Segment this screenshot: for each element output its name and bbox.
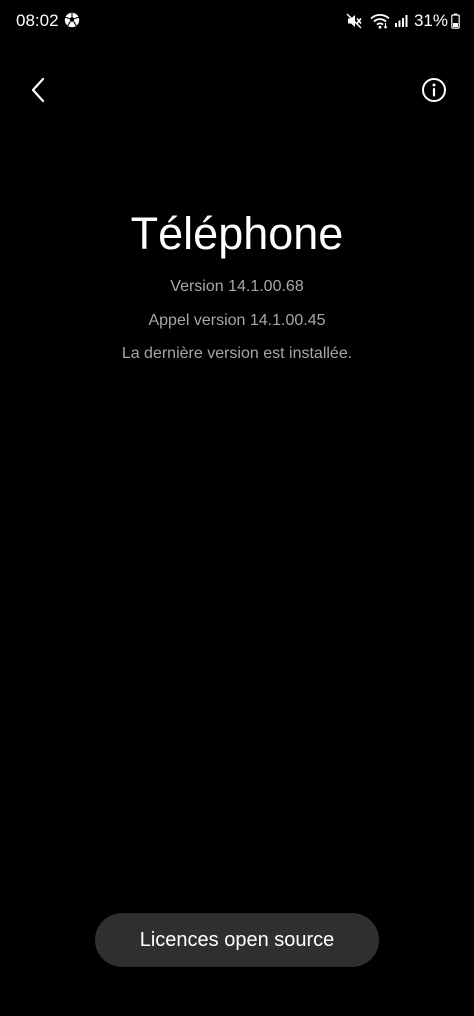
status-time: 08:02 bbox=[16, 11, 59, 30]
app-version: Version 14.1.00.68 bbox=[170, 278, 304, 295]
chevron-left-icon bbox=[30, 77, 46, 108]
info-button[interactable] bbox=[414, 72, 454, 112]
signal-icon bbox=[394, 14, 408, 28]
wifi-icon bbox=[370, 13, 390, 29]
battery-icon bbox=[451, 13, 460, 29]
info-circle-icon bbox=[421, 77, 447, 108]
app-title: Téléphone bbox=[130, 208, 344, 259]
battery-percent: 31% bbox=[413, 11, 448, 30]
soccer-ball-icon bbox=[64, 12, 80, 28]
call-version: Appel version 14.1.00.45 bbox=[148, 312, 326, 329]
back-button[interactable] bbox=[18, 72, 58, 112]
status-indicators: 31% bbox=[346, 10, 460, 32]
status-bar: 08:02 31% bbox=[0, 0, 474, 44]
update-status: La dernière version est installée. bbox=[121, 345, 353, 362]
open-source-licenses-button[interactable]: Licences open source bbox=[95, 913, 379, 967]
mute-icon bbox=[346, 13, 362, 29]
